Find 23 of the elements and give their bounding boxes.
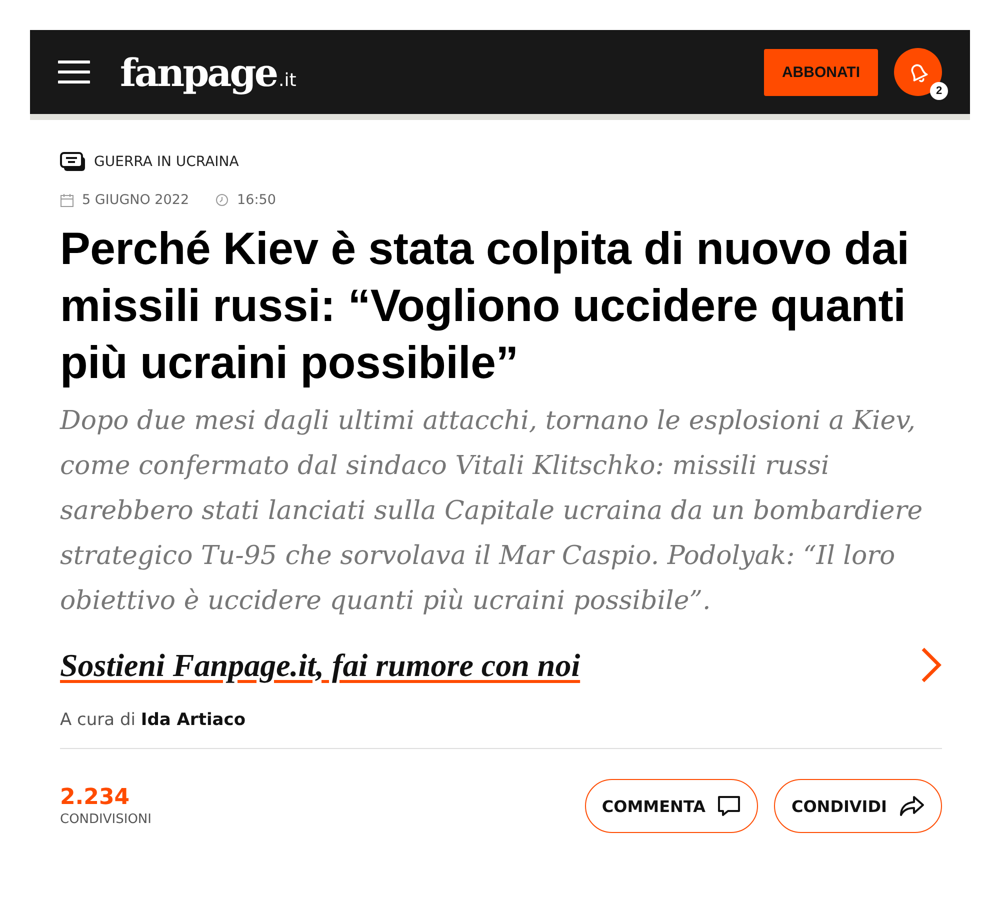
notification-badge: 2	[930, 82, 948, 100]
news-icon	[60, 152, 86, 172]
time-text: 16:50	[237, 192, 276, 208]
share-count: 2.234	[60, 785, 131, 810]
date-text: 5 GIUGNO 2022	[82, 192, 190, 208]
author-byline: A cura di Ida Artiaco	[60, 710, 246, 730]
category-label[interactable]: GUERRA IN UCRAINA	[94, 154, 239, 170]
calendar-icon	[60, 192, 74, 208]
menu-icon[interactable]	[58, 60, 90, 84]
support-link[interactable]: Sostieni Fanpage.it, fai rumore con noi	[60, 646, 580, 684]
share-icon	[899, 795, 925, 817]
share-button[interactable]: CONDIVIDI	[774, 779, 942, 833]
comment-button[interactable]: COMMENTA	[584, 779, 758, 833]
comment-icon	[717, 795, 742, 817]
article-summary: Dopo due mesi dagli ultimi attacchi, tornano le esplosioni a Kiev, come confermato dal sindaco Vitali Klitschko: missili russi sarebbero stati lanciati sulla Capitale ucraina da un bombardiere strategico Tu-95 che sorvolava il Mar Caspio. Podolyak: “Il loro obiettivo è uccidere quanti più ucraini possibile”.	[60, 405, 924, 618]
clock-icon	[215, 193, 230, 207]
subscribe-button[interactable]: ABBONATI	[764, 48, 878, 96]
article-title: Perché Kiev è stata colpita di nuovo dai missili russi: “Vogliono uccidere quanti più ucraini possibile”	[60, 222, 910, 390]
share-count-label: CONDIVISIONI	[60, 812, 152, 827]
logo[interactable]: fanpage	[120, 50, 277, 94]
notifications-button[interactable]	[894, 48, 942, 96]
chevron-right-icon[interactable]	[920, 646, 942, 684]
logo-suffix: .it	[278, 70, 296, 90]
